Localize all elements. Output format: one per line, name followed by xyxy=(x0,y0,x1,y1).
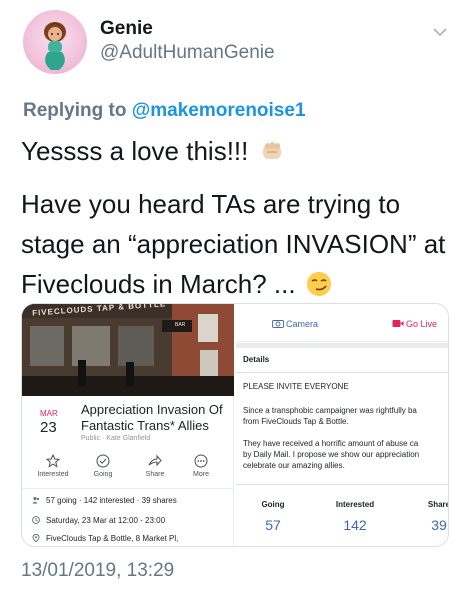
composer-bar: Camera Go Live xyxy=(236,304,448,342)
more-button: More xyxy=(178,454,224,478)
tweet-timestamp[interactable]: 13/01/2019, 13:29 xyxy=(21,560,174,582)
details-para2-line3: celebrate our amazing allies. xyxy=(243,461,345,470)
replying-to: Replying to @makemorenoise1 xyxy=(23,100,306,122)
event-day: 23 xyxy=(40,419,57,436)
details-para2-line1: They have received a horrific amount of … xyxy=(243,439,419,448)
event-stats-line: 57 going · 142 interested · 39 shares xyxy=(32,496,177,505)
camera-label: Camera xyxy=(286,319,319,329)
event-month: MAR xyxy=(40,409,58,418)
details-para1-line2: from FiveClouds Tap & Bottle. xyxy=(243,417,349,426)
stat-share-value: 39 xyxy=(431,517,447,533)
display-name[interactable]: Genie xyxy=(100,18,153,40)
tweet-text-line1: Yessss a love this!!! xyxy=(21,131,451,171)
invite-line: PLEASE INVITE EVERYONE xyxy=(243,382,349,391)
details-para1-line1: Since a transphobic campaigner was right… xyxy=(243,406,417,415)
location-pin-icon xyxy=(32,534,40,542)
tweet-text-line2: Have you heard TAs are trying to stage a… xyxy=(21,184,451,304)
share-label: Share xyxy=(145,471,165,478)
star-icon xyxy=(46,454,60,468)
stat-interested: Interested 142 xyxy=(320,500,390,533)
divider xyxy=(22,488,234,489)
more-icon xyxy=(194,454,208,468)
interested-button: Interested xyxy=(30,454,76,478)
event-title: Appreciation Invasion Of Fantastic Trans… xyxy=(81,402,223,433)
tweet-text-2: Have you heard TAs are trying to stage a… xyxy=(21,189,446,299)
chevron-down-icon[interactable] xyxy=(432,26,448,38)
more-label: More xyxy=(193,471,209,478)
details-para2-line2: by Daily Mail. I propose we show our app… xyxy=(243,450,420,459)
divider xyxy=(236,484,448,485)
event-location-text: FiveClouds Tap & Bottle, 8 Market Pl, xyxy=(46,534,179,543)
stat-share-label: Share xyxy=(427,500,449,509)
stat-going: Going 57 xyxy=(238,500,308,533)
details-heading: Details xyxy=(243,355,270,364)
replying-prefix: Replying to xyxy=(23,100,127,121)
reply-mention-link[interactable]: @makemorenoise1 xyxy=(132,100,306,121)
go-live-button: Go Live xyxy=(392,319,437,329)
divider xyxy=(236,343,448,348)
stat-going-value: 57 xyxy=(265,517,281,533)
stat-interested-value: 142 xyxy=(343,517,367,533)
share-button: Share xyxy=(132,454,178,478)
going-button: Going xyxy=(80,454,126,478)
people-icon xyxy=(32,497,40,504)
event-details-screenshot: Camera Go Live Details PLEASE INVITE EVE… xyxy=(236,304,449,546)
venue-photo: FIVECLOUDS TAP & BOTTLE BAR xyxy=(22,304,234,396)
go-live-label: Go Live xyxy=(406,319,438,329)
camera-button: Camera xyxy=(272,319,318,329)
camera-icon xyxy=(272,320,284,328)
event-stats-text: 57 going · 142 interested · 39 shares xyxy=(46,496,177,505)
stat-going-label: Going xyxy=(261,500,285,509)
interested-label: Interested xyxy=(37,471,69,478)
smirk-emoji-icon xyxy=(306,272,331,296)
event-meta: Public · Kate Glanfield xyxy=(81,435,151,442)
share-icon xyxy=(148,454,162,467)
tweet-text-1: Yessss a love this!!! xyxy=(21,136,249,166)
check-circle-icon xyxy=(96,454,110,468)
media-image[interactable]: FIVECLOUDS TAP & BOTTLE BAR MAR 23 Appre… xyxy=(21,303,449,547)
stat-share: Share 39 xyxy=(404,500,449,533)
fist-emoji-icon xyxy=(262,142,281,159)
event-datetime-line: Saturday, 23 Mar at 12:00 - 23:00 xyxy=(32,516,165,525)
event-datetime-text: Saturday, 23 Mar at 12:00 - 23:00 xyxy=(46,516,166,525)
clock-icon xyxy=(32,516,40,524)
tweet: Genie @AdultHumanGenie Replying to @make… xyxy=(0,0,467,600)
event-location-line: FiveClouds Tap & Bottle, 8 Market Pl, xyxy=(32,534,178,543)
avatar[interactable] xyxy=(23,10,87,74)
going-label: Going xyxy=(93,471,113,478)
bar-sign: BAR xyxy=(175,322,186,328)
live-video-icon xyxy=(392,320,404,327)
stat-interested-label: Interested xyxy=(335,500,375,509)
event-card-screenshot: FIVECLOUDS TAP & BOTTLE BAR MAR 23 Appre… xyxy=(22,304,234,546)
user-handle[interactable]: @AdultHumanGenie xyxy=(100,42,275,64)
divider xyxy=(236,372,448,373)
